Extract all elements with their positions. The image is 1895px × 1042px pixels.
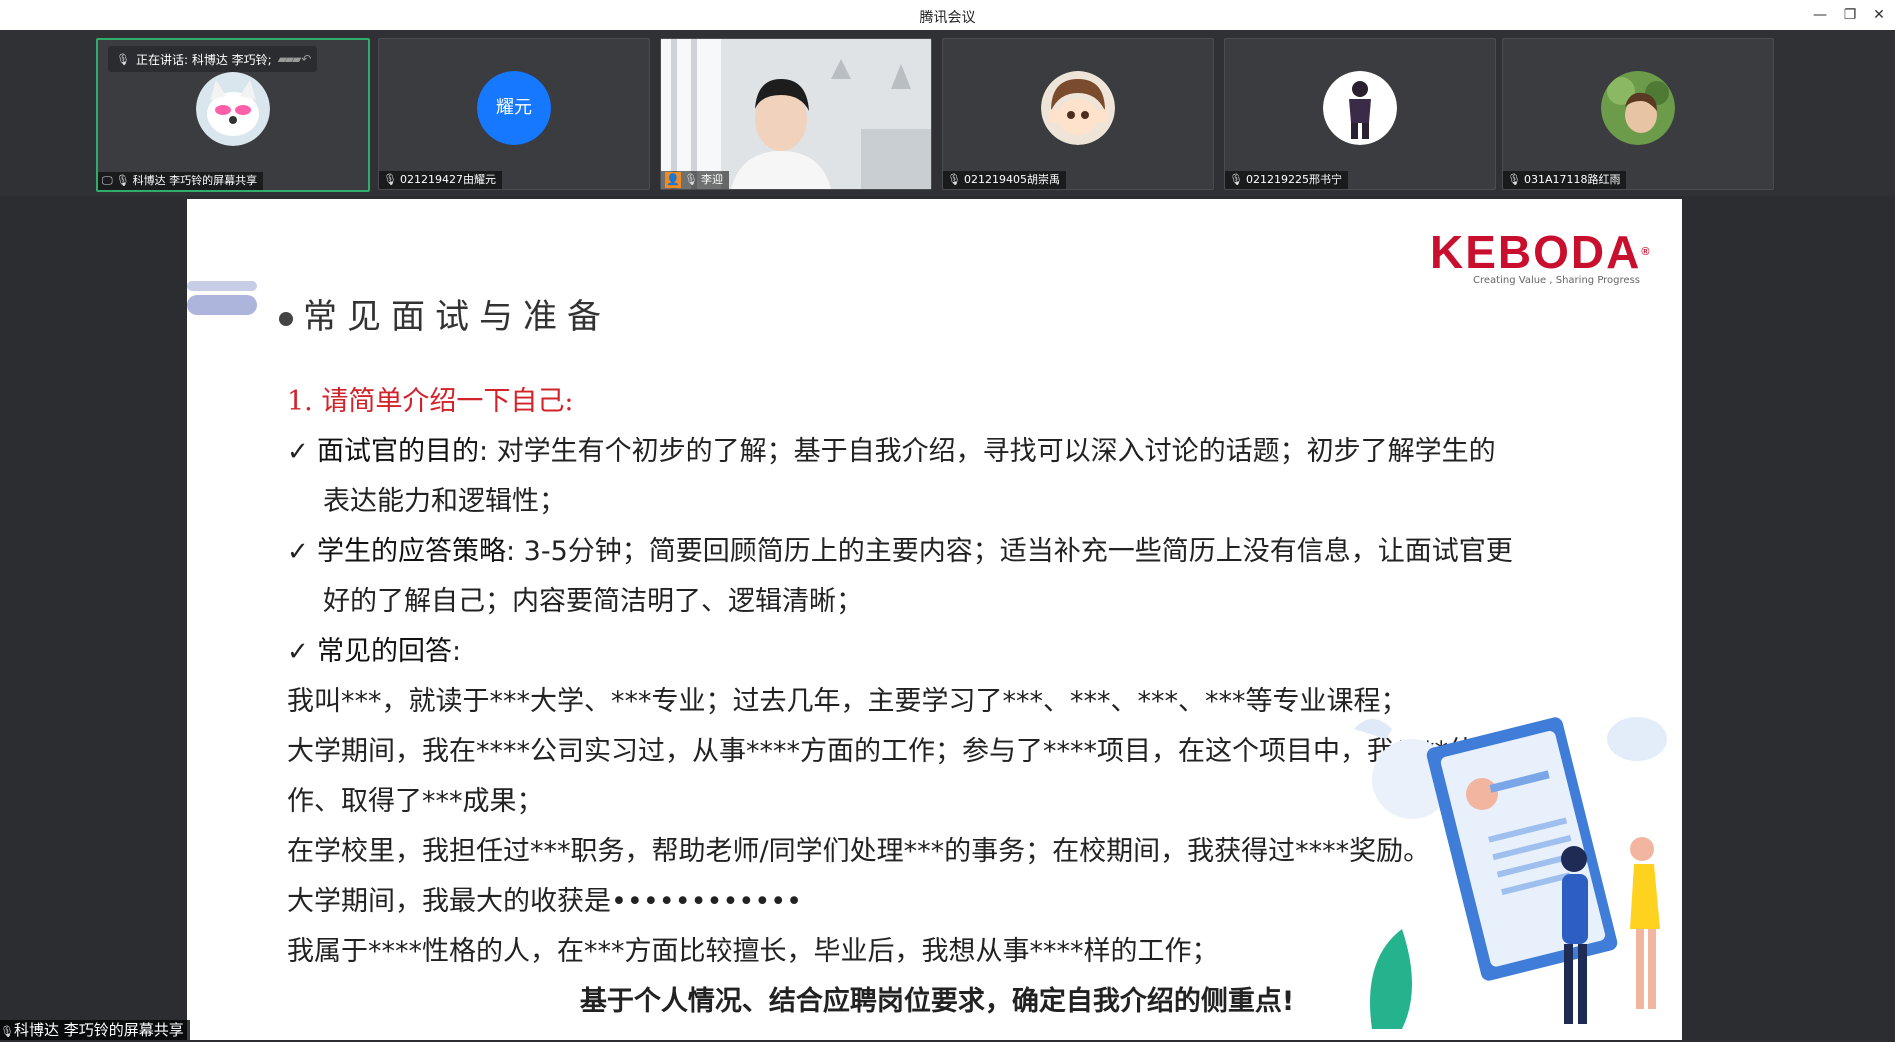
participant-tile[interactable]: 🎙 021219405胡崇禹 (942, 38, 1214, 190)
company-logo: KEBODA® Creating Value , Sharing Progres… (1430, 229, 1650, 286)
minimize-button[interactable]: — (1805, 4, 1835, 26)
screen-share-icon: 🖵 (102, 174, 113, 187)
mic-muted-icon: 🎙 (947, 173, 961, 186)
photo-avatar-icon (1601, 71, 1675, 145)
text-avatar: 耀元 (477, 71, 551, 145)
mic-muted-icon: 🎙 (383, 173, 397, 186)
dog-avatar-icon (196, 72, 270, 146)
participant-label: 🎙 021219405胡崇禹 (943, 171, 1066, 189)
participant-tile[interactable]: 🎙 正在讲话: 科博达 李巧铃; ▰▰▰ ↶ 🖵 🎙 科博达 李巧铃的屏幕共享 (96, 38, 370, 192)
logo-registered: ® (1641, 246, 1652, 258)
mic-icon: 🎙 (0, 1025, 14, 1038)
restore-button[interactable]: ❐ (1835, 4, 1865, 26)
host-icon: 👤 (665, 172, 681, 188)
point-continuation: 好的了解自己；内容要简洁明了、逻辑清晰； (323, 586, 863, 617)
close-button[interactable]: ✕ (1864, 4, 1894, 26)
participant-label: 👤 🎙 李迎 (661, 171, 729, 189)
participant-tile[interactable]: 耀元 🎙 021219427由耀元 (378, 38, 650, 190)
screen-share-tag: 🎙科博达 李巧铃的屏幕共享 (0, 1020, 190, 1040)
mic-muted-icon: 🎙 (116, 52, 130, 66)
check-icon: ✓ (287, 637, 309, 667)
participant-label: 🎙 021219225邢书宁 (1225, 171, 1348, 189)
anime-avatar-icon (1041, 71, 1115, 145)
participant-label: 🎙 021219427由耀元 (379, 171, 502, 189)
mic-muted-icon: 🎙 (1229, 173, 1243, 186)
point-item: ✓ 学生的应答策略: 3-5分钟；简要回顾简历上的主要内容；适当补充一些简历上没有… (287, 527, 1617, 577)
audio-level-icon: ▰▰▰ ↶ (277, 52, 312, 66)
bullet-dot-icon (279, 312, 293, 326)
resume-illustration-icon (1354, 717, 1667, 1029)
speaking-indicator: 🎙 正在讲话: 科博达 李巧铃; ▰▰▰ ↶ (108, 46, 318, 72)
mic-icon: 🎙 (115, 174, 130, 187)
camera-video-icon (661, 39, 931, 189)
check-icon: ✓ (287, 537, 309, 567)
window-title: 腾讯会议 (919, 10, 976, 26)
mic-muted-icon: 🎙 (684, 173, 698, 186)
avatar-text: 耀元 (496, 97, 532, 118)
slide-title: 常见面试与准备 (279, 289, 611, 338)
shared-slide: 常见面试与准备 KEBODA® Creating Value , Sharing… (187, 199, 1682, 1040)
point-continuation: 表达能力和逻辑性； (323, 486, 566, 517)
participant-tile[interactable]: 👤 🎙 李迎 (660, 38, 932, 190)
figure-avatar-icon (1323, 71, 1397, 145)
participant-tile[interactable]: 🎙 031A17118路红雨 (1502, 38, 1774, 190)
speaking-text: 正在讲话: 科博达 李巧铃; (135, 52, 272, 67)
participant-label: 🎙 031A17118路红雨 (1503, 171, 1627, 189)
decorative-bar (187, 281, 257, 291)
participant-strip: 🎙 正在讲话: 科博达 李巧铃; ▰▰▰ ↶ 🖵 🎙 科博达 李巧铃的屏幕共享 (0, 30, 1895, 196)
participant-label: 🖵 🎙 科博达 李巧铃的屏幕共享 (98, 172, 264, 190)
participant-tile[interactable]: 🎙 021219225邢书宁 (1224, 38, 1496, 190)
mic-muted-icon: 🎙 (1507, 173, 1521, 186)
window-titlebar: 腾讯会议 — ❐ ✕ (0, 0, 1895, 30)
question-heading: 1. 请简单介绍一下自己: (287, 386, 574, 417)
check-icon: ✓ (287, 437, 309, 467)
logo-text: KEBODA (1430, 226, 1642, 278)
decorative-bar (187, 295, 257, 315)
point-item: ✓ 面试官的目的: 对学生有个初步的了解；基于自我介绍，寻找可以深入讨论的话题；初… (287, 427, 1617, 477)
point-item: ✓ 常见的回答: (287, 627, 1617, 677)
